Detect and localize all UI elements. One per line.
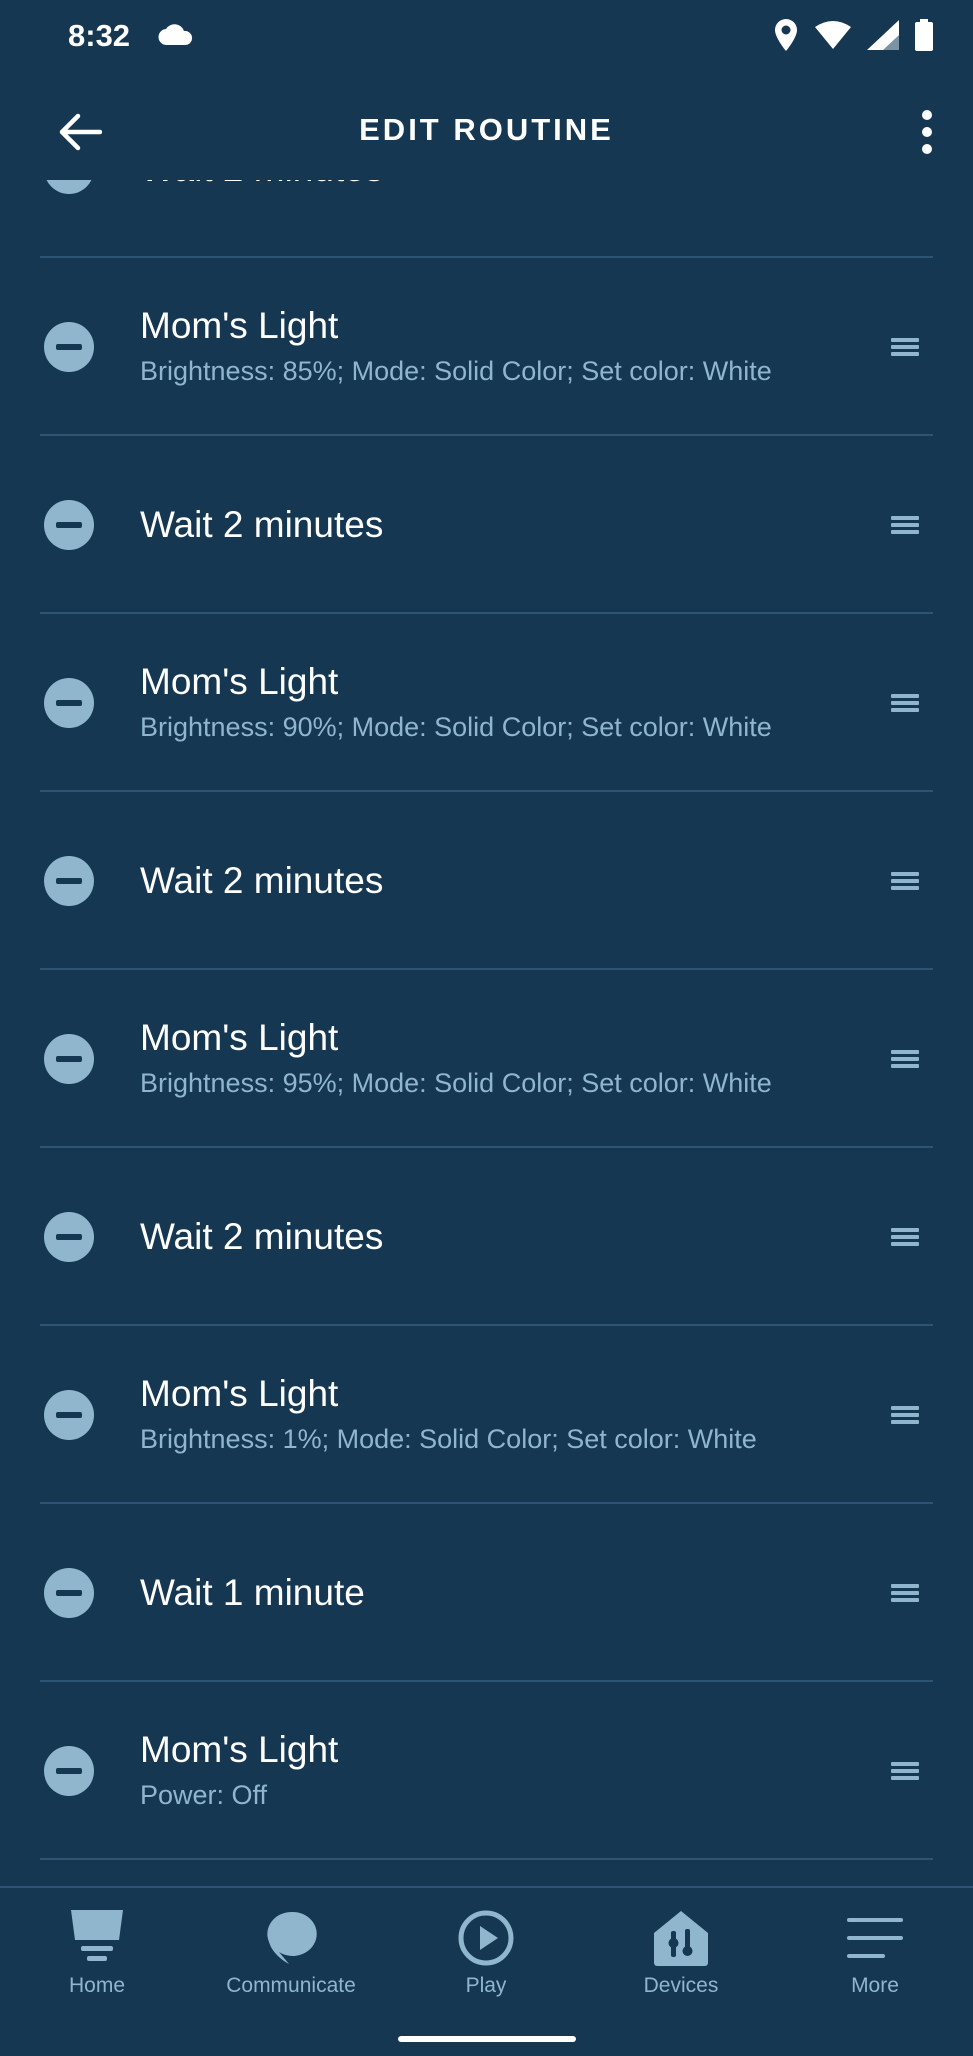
home-icon	[17, 1908, 177, 1968]
remove-step-icon[interactable]	[44, 1746, 94, 1796]
nav-more-label: More	[851, 1974, 899, 1997]
drag-handle-icon[interactable]	[891, 1762, 919, 1780]
step-subtitle: Brightness: 85%; Mode: Solid Color; Set …	[140, 356, 772, 386]
vertical-dots-icon	[922, 110, 932, 154]
routine-step-row[interactable]: Wait 2 minutes	[0, 436, 973, 614]
drag-handle-icon[interactable]	[891, 694, 919, 712]
step-title: Wait 2 minutes	[140, 860, 384, 901]
status-bar: 8:32	[0, 0, 973, 80]
remove-step-icon[interactable]	[44, 500, 94, 550]
step-text: Mom's Light Brightness: 95%; Mode: Solid …	[140, 970, 873, 1148]
nav-play[interactable]: Play	[406, 1908, 566, 2008]
step-title: Mom's Light	[140, 1729, 339, 1770]
menu-icon	[795, 1908, 955, 1968]
step-subtitle: Brightness: 95%; Mode: Solid Color; Set …	[140, 1068, 772, 1098]
location-icon	[773, 18, 799, 57]
drag-handle-icon[interactable]	[891, 1406, 919, 1424]
step-title: Wait 2 minutes	[140, 1216, 384, 1257]
chat-bubble-icon	[211, 1908, 371, 1968]
routine-step-row[interactable]: Mom's Light Brightness: 1%; Mode: Solid C…	[0, 1326, 973, 1504]
wifi-icon	[815, 21, 851, 54]
status-icons	[773, 18, 933, 57]
step-text: Wait 2 minutes	[140, 1148, 873, 1326]
play-icon	[406, 1908, 566, 1968]
step-text: Mom's Light Brightness: 1%; Mode: Solid C…	[140, 1326, 873, 1504]
step-subtitle: Brightness: 90%; Mode: Solid Color; Set …	[140, 712, 772, 742]
step-title: Mom's Light	[140, 1017, 339, 1058]
remove-step-icon[interactable]	[44, 1568, 94, 1618]
remove-step-icon[interactable]	[44, 1212, 94, 1262]
bottom-navigation: Home Communicate Play Devices More	[0, 1886, 973, 2056]
nav-communicate[interactable]: Communicate	[211, 1908, 371, 2008]
step-text: Wait 1 minute	[140, 1504, 873, 1682]
step-title: Mom's Light	[140, 1373, 339, 1414]
nav-home[interactable]: Home	[17, 1908, 177, 2008]
step-title: Mom's Light	[140, 661, 339, 702]
step-title: Wait 1 minute	[140, 1572, 365, 1613]
step-text: Mom's Light Power: Off	[140, 1682, 873, 1860]
nav-play-label: Play	[465, 1974, 507, 1997]
routine-step-row[interactable]: Wait 2 minutes	[0, 1148, 973, 1326]
nav-more[interactable]: More	[795, 1908, 955, 2008]
step-title: Wait 2 minutes	[140, 180, 873, 192]
drag-handle-icon[interactable]	[891, 1228, 919, 1246]
app-bar: EDIT ROUTINE	[0, 80, 973, 180]
routine-step-row[interactable]: Mom's Light Power: Off	[0, 1682, 973, 1860]
drag-handle-icon[interactable]	[891, 1050, 919, 1068]
step-title: Mom's Light	[140, 305, 339, 346]
remove-step-icon[interactable]	[44, 180, 94, 194]
devices-icon	[601, 1908, 761, 1968]
remove-step-icon[interactable]	[44, 322, 94, 372]
routine-step-row[interactable]: Wait 2 minutes	[0, 180, 973, 258]
step-text: Wait 2 minutes	[140, 180, 873, 258]
nav-home-label: Home	[68, 1974, 126, 1997]
nav-communicate-label: Communicate	[226, 1974, 356, 1997]
step-text: Mom's Light Brightness: 85%; Mode: Solid …	[140, 258, 873, 436]
routine-step-row[interactable]: Mom's Light Brightness: 90%; Mode: Solid …	[0, 614, 973, 792]
drag-handle-icon[interactable]	[891, 338, 919, 356]
nav-devices-label: Devices	[643, 1974, 719, 1997]
step-subtitle: Power: Off	[140, 1780, 268, 1810]
routine-step-row[interactable]: Wait 2 minutes	[0, 792, 973, 970]
row-divider	[40, 1858, 933, 1860]
drag-handle-icon[interactable]	[891, 1584, 919, 1602]
remove-step-icon[interactable]	[44, 678, 94, 728]
remove-step-icon[interactable]	[44, 1390, 94, 1440]
step-text: Wait 2 minutes	[140, 792, 873, 970]
routine-steps-list[interactable]: Wait 2 minutes Mom's Light Brightness: 85%…	[0, 180, 973, 1886]
routine-step-row[interactable]: Wait 1 minute	[0, 1504, 973, 1682]
more-options-button[interactable]	[907, 104, 947, 160]
remove-step-icon[interactable]	[44, 856, 94, 906]
home-indicator[interactable]	[398, 2036, 576, 2042]
remove-step-icon[interactable]	[44, 1034, 94, 1084]
cell-signal-icon	[867, 20, 899, 55]
status-time: 8:32	[68, 18, 131, 53]
step-text: Wait 2 minutes	[140, 436, 873, 614]
steps-container: Wait 2 minutes Mom's Light Brightness: 85%…	[0, 180, 973, 1860]
nav-devices[interactable]: Devices	[601, 1908, 761, 2008]
battery-icon	[915, 19, 933, 56]
drag-handle-icon[interactable]	[891, 516, 919, 534]
routine-step-row[interactable]: Mom's Light Brightness: 95%; Mode: Solid …	[0, 970, 973, 1148]
step-text: Mom's Light Brightness: 90%; Mode: Solid …	[140, 614, 873, 792]
step-title: Wait 2 minutes	[140, 504, 384, 545]
drag-handle-icon[interactable]	[891, 872, 919, 890]
page-title: EDIT ROUTINE	[359, 112, 614, 147]
step-subtitle: Brightness: 1%; Mode: Solid Color; Set c…	[140, 1424, 757, 1454]
cloud-icon	[158, 24, 194, 51]
routine-step-row[interactable]: Mom's Light Brightness: 85%; Mode: Solid …	[0, 258, 973, 436]
